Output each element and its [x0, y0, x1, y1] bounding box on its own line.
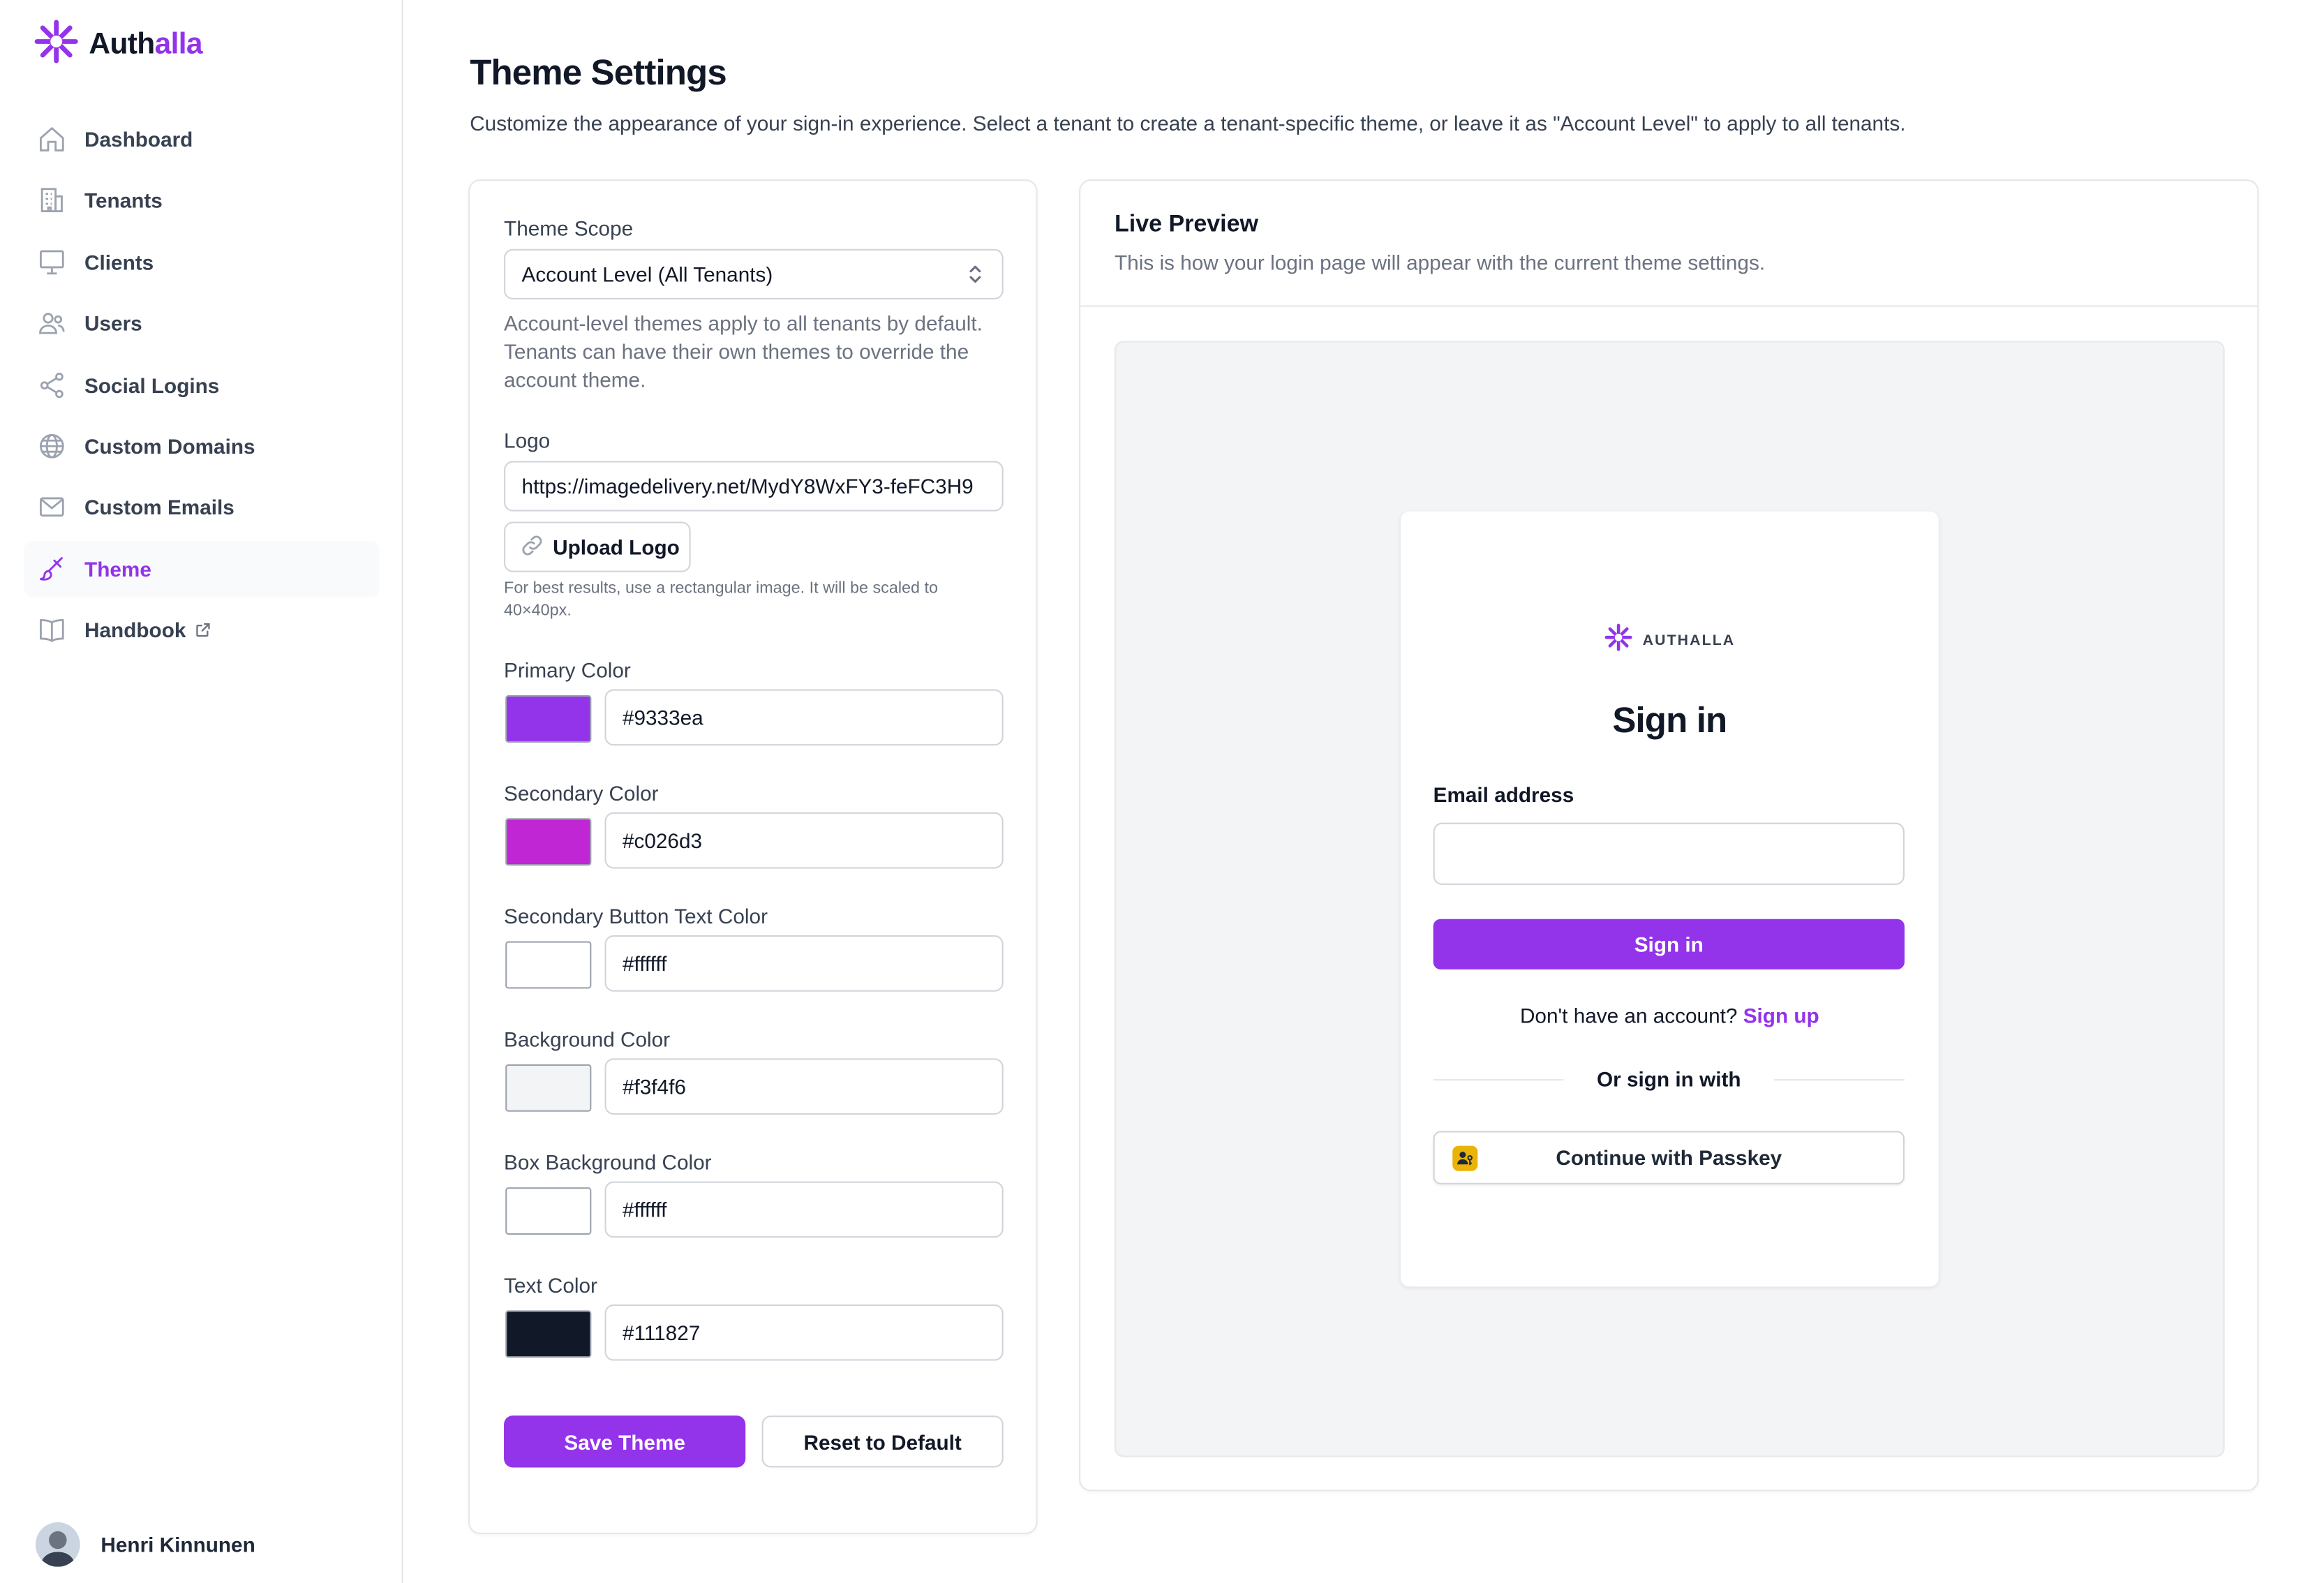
- background-color-swatch[interactable]: [505, 1064, 592, 1112]
- theme-scope-value: Account Level (All Tenants): [521, 262, 773, 286]
- share-icon: [36, 369, 68, 401]
- sidebar-nav: Dashboard Tenants Clients Users Social L…: [23, 111, 380, 663]
- users-icon: [36, 307, 68, 340]
- secondary-button-text-color-swatch[interactable]: [505, 941, 592, 989]
- primary-color-swatch[interactable]: [505, 695, 592, 743]
- or-divider: Or sign in with: [1433, 1067, 1905, 1091]
- sidebar-item-label: Theme: [84, 556, 151, 581]
- text-color-swatch[interactable]: [505, 1310, 592, 1358]
- primary-color-input[interactable]: #9333ea: [604, 689, 1004, 746]
- home-icon: [36, 123, 68, 156]
- user-name: Henri Kinnunen: [100, 1532, 255, 1556]
- upload-logo-button[interactable]: Upload Logo: [504, 521, 691, 572]
- secondary-button-text-color-input[interactable]: #ffffff: [604, 935, 1004, 992]
- upload-logo-label: Upload Logo: [553, 535, 680, 559]
- preview-passkey-button[interactable]: Continue with Passkey: [1433, 1131, 1905, 1184]
- divider-line: [1773, 1078, 1905, 1080]
- building-icon: [36, 184, 68, 217]
- text-color-input[interactable]: #111827: [604, 1304, 1004, 1361]
- save-theme-button[interactable]: Save Theme: [504, 1415, 746, 1468]
- authalla-logo-icon: [1604, 623, 1633, 660]
- page-subtitle: Customize the appearance of your sign-in…: [470, 111, 1906, 135]
- divider: [1080, 305, 2258, 307]
- preview-signup-link[interactable]: Sign up: [1743, 1004, 1819, 1027]
- sidebar-item-clients[interactable]: Clients: [24, 234, 380, 290]
- background-color-input[interactable]: #f3f4f6: [604, 1058, 1004, 1115]
- box-background-color-input[interactable]: #ffffff: [604, 1181, 1004, 1238]
- theme-scope-label: Theme Scope: [504, 216, 634, 241]
- sidebar-item-label: Handbook: [84, 618, 186, 642]
- preview-logo: AUTHALLA: [1401, 623, 1939, 660]
- secondary-color-input[interactable]: #c026d3: [604, 812, 1004, 869]
- sidebar-item-social-logins[interactable]: Social Logins: [24, 357, 380, 413]
- brand-name: Authalla: [89, 28, 202, 61]
- color-label-box-background: Box Background Color: [504, 1150, 712, 1174]
- sidebar-item-tenants[interactable]: Tenants: [24, 172, 380, 229]
- passkey-icon: [1452, 1145, 1478, 1171]
- paintbrush-icon: [36, 553, 68, 586]
- preview-sign-in-title: Sign in: [1612, 701, 1727, 741]
- color-label-primary: Primary Color: [504, 657, 631, 682]
- login-box-preview: AUTHALLA Sign in Email address Sign in D…: [1400, 511, 1939, 1287]
- preview-stage: AUTHALLA Sign in Email address Sign in D…: [1115, 341, 2225, 1457]
- sidebar-item-label: Clients: [84, 250, 154, 274]
- sidebar-item-handbook[interactable]: Handbook: [24, 602, 380, 658]
- or-sign-in-with-text: Or sign in with: [1597, 1067, 1741, 1092]
- logo-url-input[interactable]: https://imagedelivery.net/MydY8WxFY3-feF…: [504, 461, 1004, 512]
- preview-logo-text: AUTHALLA: [1642, 632, 1736, 650]
- box-background-color-swatch[interactable]: [505, 1187, 592, 1235]
- sidebar-item-theme[interactable]: Theme: [23, 540, 380, 597]
- preview-signup-text: Don't have an account? Sign up: [1401, 1004, 1939, 1027]
- sidebar-item-label: Users: [84, 311, 142, 336]
- passkey-label: Continue with Passkey: [1556, 1145, 1782, 1170]
- sidebar-item-dashboard[interactable]: Dashboard: [24, 111, 380, 168]
- authalla-logo-icon: [33, 17, 80, 73]
- live-preview-title: Live Preview: [1115, 211, 1258, 237]
- page-title: Theme Settings: [470, 53, 727, 94]
- user-profile[interactable]: Henri Kinnunen: [35, 1522, 255, 1567]
- book-icon: [36, 614, 68, 646]
- external-link-icon: [195, 621, 212, 639]
- sidebar-item-label: Social Logins: [84, 373, 220, 397]
- sidebar-item-label: Tenants: [84, 188, 163, 213]
- reset-to-default-button[interactable]: Reset to Default: [761, 1415, 1004, 1468]
- sidebar-item-custom-emails[interactable]: Custom Emails: [24, 480, 380, 536]
- color-label-secondary: Secondary Color: [504, 781, 659, 805]
- globe-icon: [36, 430, 68, 463]
- live-preview-subtitle: This is how your login page will appear …: [1115, 250, 1766, 274]
- secondary-color-swatch[interactable]: [505, 818, 592, 866]
- avatar: [35, 1522, 80, 1567]
- divider-line: [1433, 1078, 1565, 1080]
- mail-icon: [36, 491, 68, 524]
- sidebar-item-users[interactable]: Users: [24, 295, 380, 352]
- preview-sign-in-button[interactable]: Sign in: [1433, 919, 1905, 969]
- logo-label: Logo: [504, 428, 551, 452]
- theme-scope-select[interactable]: Account Level (All Tenants): [504, 248, 1004, 299]
- monitor-icon: [36, 246, 68, 278]
- theme-scope-help: Account-level themes apply to all tenant…: [504, 311, 983, 392]
- signup-prompt: Don't have an account?: [1519, 1003, 1738, 1027]
- live-preview-card: Live Preview This is how your login page…: [1079, 179, 2259, 1492]
- preview-email-input[interactable]: [1433, 822, 1905, 885]
- logo-help: For best results, use a rectangular imag…: [504, 579, 939, 620]
- link-icon: [520, 533, 544, 560]
- sidebar-item-label: Custom Emails: [84, 496, 234, 520]
- sidebar-item-label: Dashboard: [84, 127, 193, 151]
- chevron-up-down-icon: [967, 262, 984, 290]
- sidebar-item-label: Custom Domains: [84, 434, 255, 459]
- sidebar: Authalla Dashboard Tenants Clients Users…: [0, 0, 403, 1583]
- color-label-secondary-button-text: Secondary Button Text Color: [504, 904, 768, 928]
- color-label-text: Text Color: [504, 1273, 597, 1298]
- theme-settings-card: Theme Scope Account Level (All Tenants) …: [468, 179, 1038, 1535]
- brand-logo[interactable]: Authalla: [33, 17, 203, 73]
- color-label-background: Background Color: [504, 1027, 671, 1051]
- preview-email-label: Email address: [1433, 782, 1574, 807]
- sidebar-item-custom-domains[interactable]: Custom Domains: [24, 418, 380, 475]
